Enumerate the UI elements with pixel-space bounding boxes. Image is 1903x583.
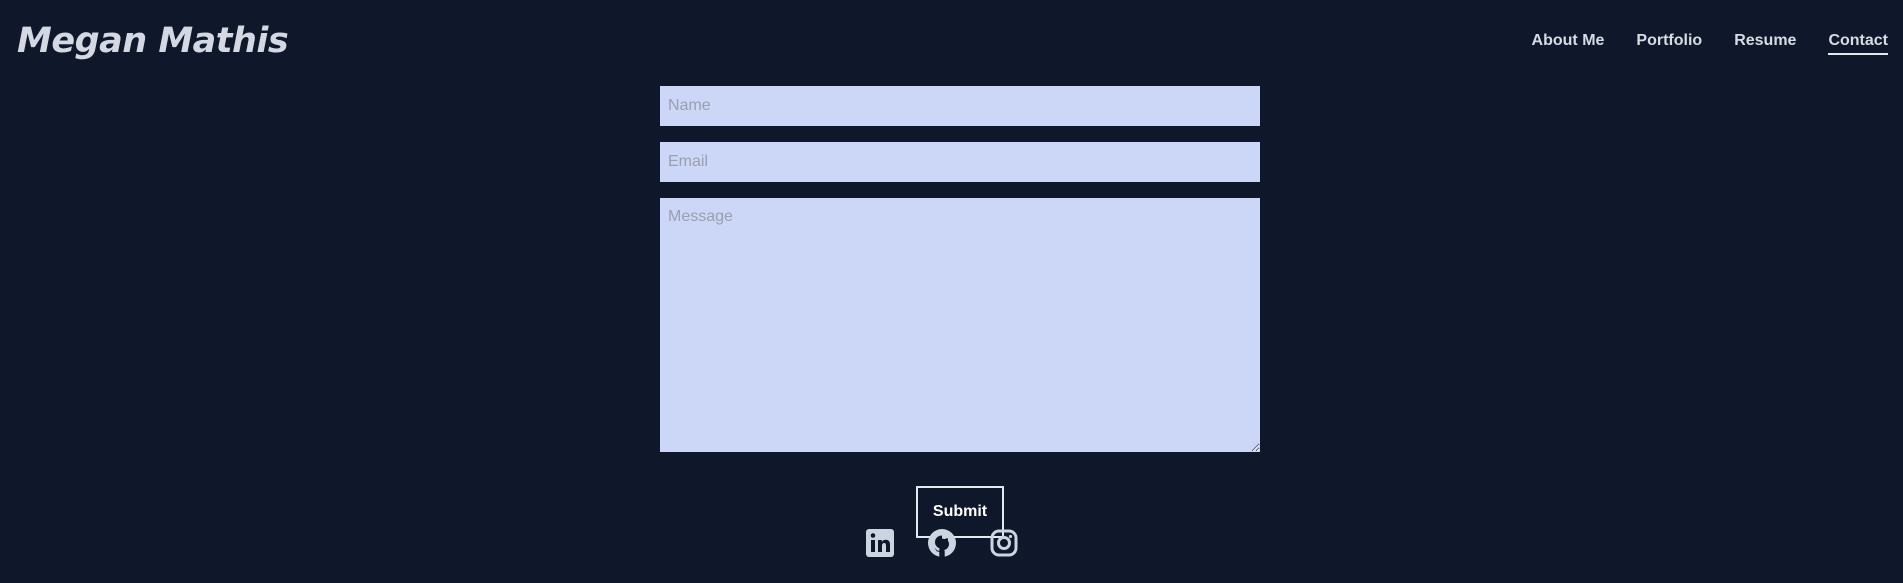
- social-links: [0, 528, 1903, 558]
- linkedin-link[interactable]: [865, 528, 895, 558]
- name-input[interactable]: [660, 86, 1260, 126]
- linkedin-icon: [866, 529, 894, 557]
- nav-link-about-me[interactable]: About Me: [1532, 30, 1605, 55]
- nav-link-resume[interactable]: Resume: [1734, 30, 1796, 55]
- github-link[interactable]: [927, 528, 957, 558]
- email-input[interactable]: [660, 142, 1260, 182]
- nav-link-contact[interactable]: Contact: [1828, 30, 1888, 55]
- nav-link-portfolio[interactable]: Portfolio: [1636, 30, 1702, 55]
- instagram-link[interactable]: [989, 528, 1019, 558]
- main-nav: About Me Portfolio Resume Contact: [1532, 30, 1888, 55]
- github-icon: [928, 529, 956, 557]
- site-header: Megan Mathis About Me Portfolio Resume C…: [0, 0, 1903, 84]
- message-textarea[interactable]: [660, 198, 1260, 452]
- instagram-icon: [990, 529, 1018, 557]
- site-logo-link[interactable]: Megan Mathis: [17, 18, 289, 64]
